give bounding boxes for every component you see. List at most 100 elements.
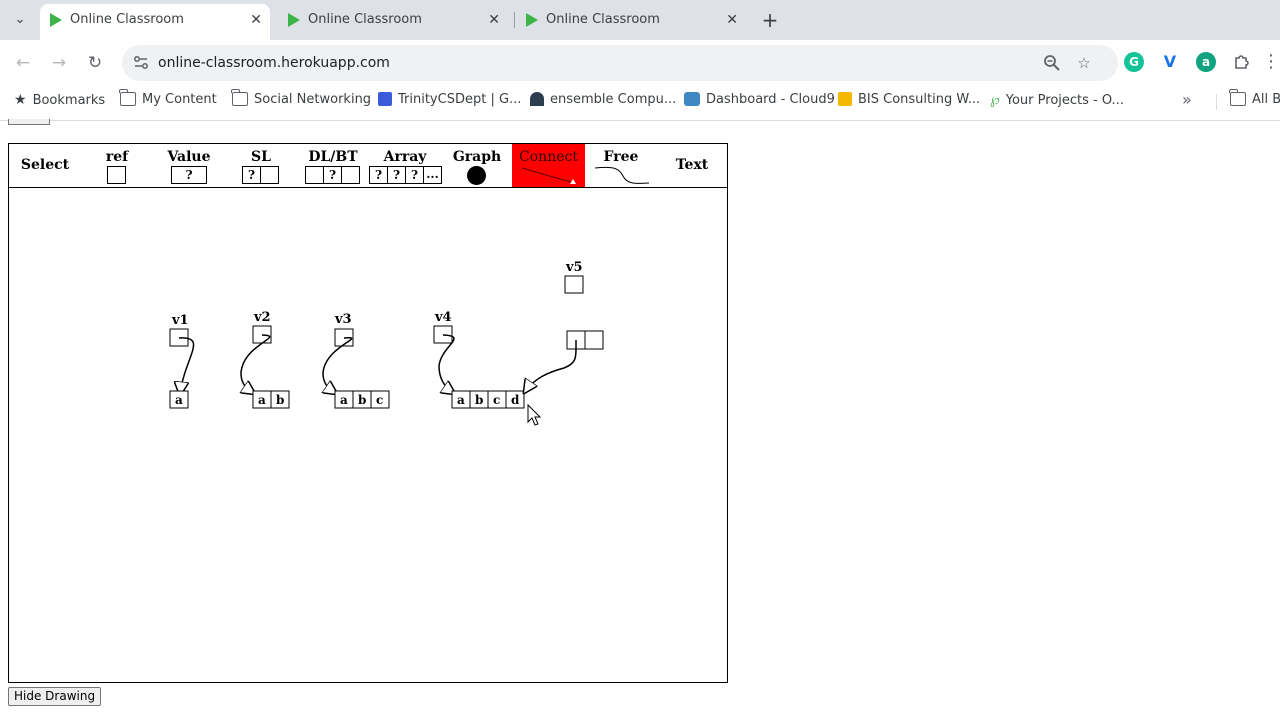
browser-toolbar: ← → ↻ online-classroom.herokuapp.com ☆ G… <box>0 40 1280 86</box>
back-arrow-icon[interactable]: ← <box>11 51 35 75</box>
pointer-arrow-v4[interactable] <box>438 334 455 394</box>
bookmark-label: TrinityCSDept | G... <box>398 92 522 107</box>
tab-search-icon[interactable]: ⌄ <box>8 8 32 32</box>
array-cell-text: b <box>475 393 483 407</box>
tool-label: Select <box>20 157 70 173</box>
more-bookmarks-chevron-icon[interactable]: » <box>1182 86 1192 114</box>
tool-sl[interactable]: SL ? <box>225 144 297 188</box>
graph-node-icon <box>467 166 486 185</box>
tab-title: Online Classroom <box>308 12 422 27</box>
tab-online-classroom-3[interactable]: Online Classroom ✕ <box>516 4 746 40</box>
mouse-cursor-icon <box>527 403 542 426</box>
tool-palette: Select ref Value ? SL ? DL/BT ? Array ? … <box>8 143 728 188</box>
ref-cell-icon <box>107 166 126 184</box>
tool-label: Graph <box>452 149 502 165</box>
array-cell-icon: ? <box>387 166 406 184</box>
array-cell-text: b <box>276 393 284 407</box>
array-cell-text: a <box>340 393 348 407</box>
drawing-canvas[interactable]: v1 a v2 a b v3 a b c v4 a b c d v5 <box>8 187 728 683</box>
array-cell-text: a <box>258 393 266 407</box>
tool-array[interactable]: Array ? ? ? ... <box>369 144 442 188</box>
tool-label: Connect <box>519 149 578 165</box>
hide-drawing-button[interactable]: Hide Drawing <box>8 687 102 706</box>
tab-strip: ⌄ Online Classroom ✕ Online Classroom ✕ … <box>0 0 1280 40</box>
sl-cell-icon <box>260 166 279 184</box>
bookmarks-menu[interactable]: ★ Bookmarks <box>14 86 105 120</box>
bookmark-label: Bookmarks <box>32 93 106 108</box>
ai-extension-icon[interactable]: a <box>1196 52 1216 72</box>
tool-label: DL/BT <box>308 149 358 165</box>
array-cell-text: c <box>493 393 500 407</box>
sl-cell-icon: ? <box>242 166 261 184</box>
address-bar[interactable]: online-classroom.herokuapp.com ☆ <box>122 45 1118 81</box>
var-ref-box-v5[interactable] <box>564 275 584 294</box>
tab-title: Online Classroom <box>70 12 184 27</box>
var-label-v5: v5 <box>565 260 583 275</box>
freehand-curve-icon <box>594 166 650 184</box>
tool-graph[interactable]: Graph <box>441 144 513 188</box>
tab-favicon-icon <box>50 13 62 27</box>
dl-cell-icon <box>305 166 324 184</box>
zoom-icon[interactable] <box>1040 51 1064 75</box>
star-icon: ★ <box>14 92 27 108</box>
tab-online-classroom-1[interactable]: Online Classroom ✕ <box>40 4 270 40</box>
site-settings-icon[interactable] <box>132 54 150 72</box>
kebab-menu-icon[interactable]: ⋮ <box>1262 50 1280 76</box>
drawing-svg[interactable]: v1 a v2 a b v3 a b c v4 a b c d v5 <box>9 188 727 682</box>
bookmark-social-networking[interactable]: Social Networking <box>231 86 372 120</box>
all-bookmarks[interactable]: All B <box>1229 86 1280 120</box>
trinity-favicon-icon <box>378 92 392 106</box>
tool-value[interactable]: Value ? <box>153 144 225 188</box>
array-cell-text: d <box>511 393 520 407</box>
close-icon[interactable]: ✕ <box>250 4 262 36</box>
bookmark-label: All B <box>1252 92 1280 107</box>
tool-dl-bt[interactable]: DL/BT ? <box>297 144 369 188</box>
array-cell-icon: ? <box>405 166 424 184</box>
page-content: Select ref Value ? SL ? DL/BT ? Array ? … <box>0 119 1280 720</box>
grammarly-extension-icon[interactable]: G <box>1124 52 1144 72</box>
extensions-puzzle-icon[interactable] <box>1232 52 1252 72</box>
bookmark-bis-consulting[interactable]: BIS Consulting W... <box>838 86 980 120</box>
ensemble-favicon-icon <box>530 92 544 106</box>
close-icon[interactable]: ✕ <box>726 4 738 36</box>
tool-label: Text <box>675 157 709 173</box>
dl-cell-icon <box>341 166 360 184</box>
array-cell-text: a <box>457 393 465 407</box>
tab-title: Online Classroom <box>546 12 660 27</box>
pointer-arrow-v2[interactable] <box>241 334 271 394</box>
bookmark-divider <box>1216 94 1217 110</box>
bookmark-your-projects[interactable]: ℘ Your Projects - O... <box>990 86 1124 120</box>
projects-favicon-icon: ℘ <box>990 92 1000 108</box>
array-cell-text: a <box>175 393 183 407</box>
close-icon[interactable]: ✕ <box>488 4 500 36</box>
list-node-cell[interactable] <box>584 330 604 350</box>
new-tab-button[interactable]: + <box>758 8 782 32</box>
bookmark-trinity-cs[interactable]: TrinityCSDept | G... <box>378 86 521 120</box>
bookmarks-bar: ★ Bookmarks My Content Social Networking … <box>0 86 1280 121</box>
tool-label: Value <box>167 149 211 165</box>
bookmark-label: Social Networking <box>254 92 372 107</box>
tool-select[interactable]: Select <box>9 144 81 188</box>
folder-icon <box>231 89 248 106</box>
bookmark-label: BIS Consulting W... <box>858 92 981 107</box>
bookmark-my-content[interactable]: My Content <box>119 86 217 120</box>
bookmark-cloud9[interactable]: Dashboard - Cloud9 <box>684 86 835 120</box>
var-ref-box-v4[interactable] <box>433 325 453 344</box>
vimeo-extension-icon[interactable]: V <box>1160 52 1180 72</box>
url-text[interactable]: online-classroom.herokuapp.com <box>158 45 390 81</box>
bookmark-label: Your Projects - O... <box>1005 93 1124 108</box>
tool-ref[interactable]: ref <box>81 144 153 188</box>
dl-cell-icon: ? <box>323 166 342 184</box>
bookmark-star-icon[interactable]: ☆ <box>1072 51 1096 75</box>
tool-connect[interactable]: Connect <box>512 144 585 188</box>
var-ref-box-v2[interactable] <box>252 325 272 344</box>
reload-icon[interactable]: ↻ <box>83 51 107 75</box>
tool-free[interactable]: Free <box>585 144 657 188</box>
tool-text[interactable]: Text <box>657 144 727 188</box>
connect-arrow-icon <box>521 167 576 184</box>
bookmark-label: Dashboard - Cloud9 <box>706 92 835 107</box>
tab-online-classroom-2[interactable]: Online Classroom ✕ <box>278 4 508 40</box>
top-button-partial[interactable] <box>8 119 50 125</box>
forward-arrow-icon[interactable]: → <box>47 51 71 75</box>
bookmark-ensemble[interactable]: ensemble Compu... <box>530 86 676 120</box>
